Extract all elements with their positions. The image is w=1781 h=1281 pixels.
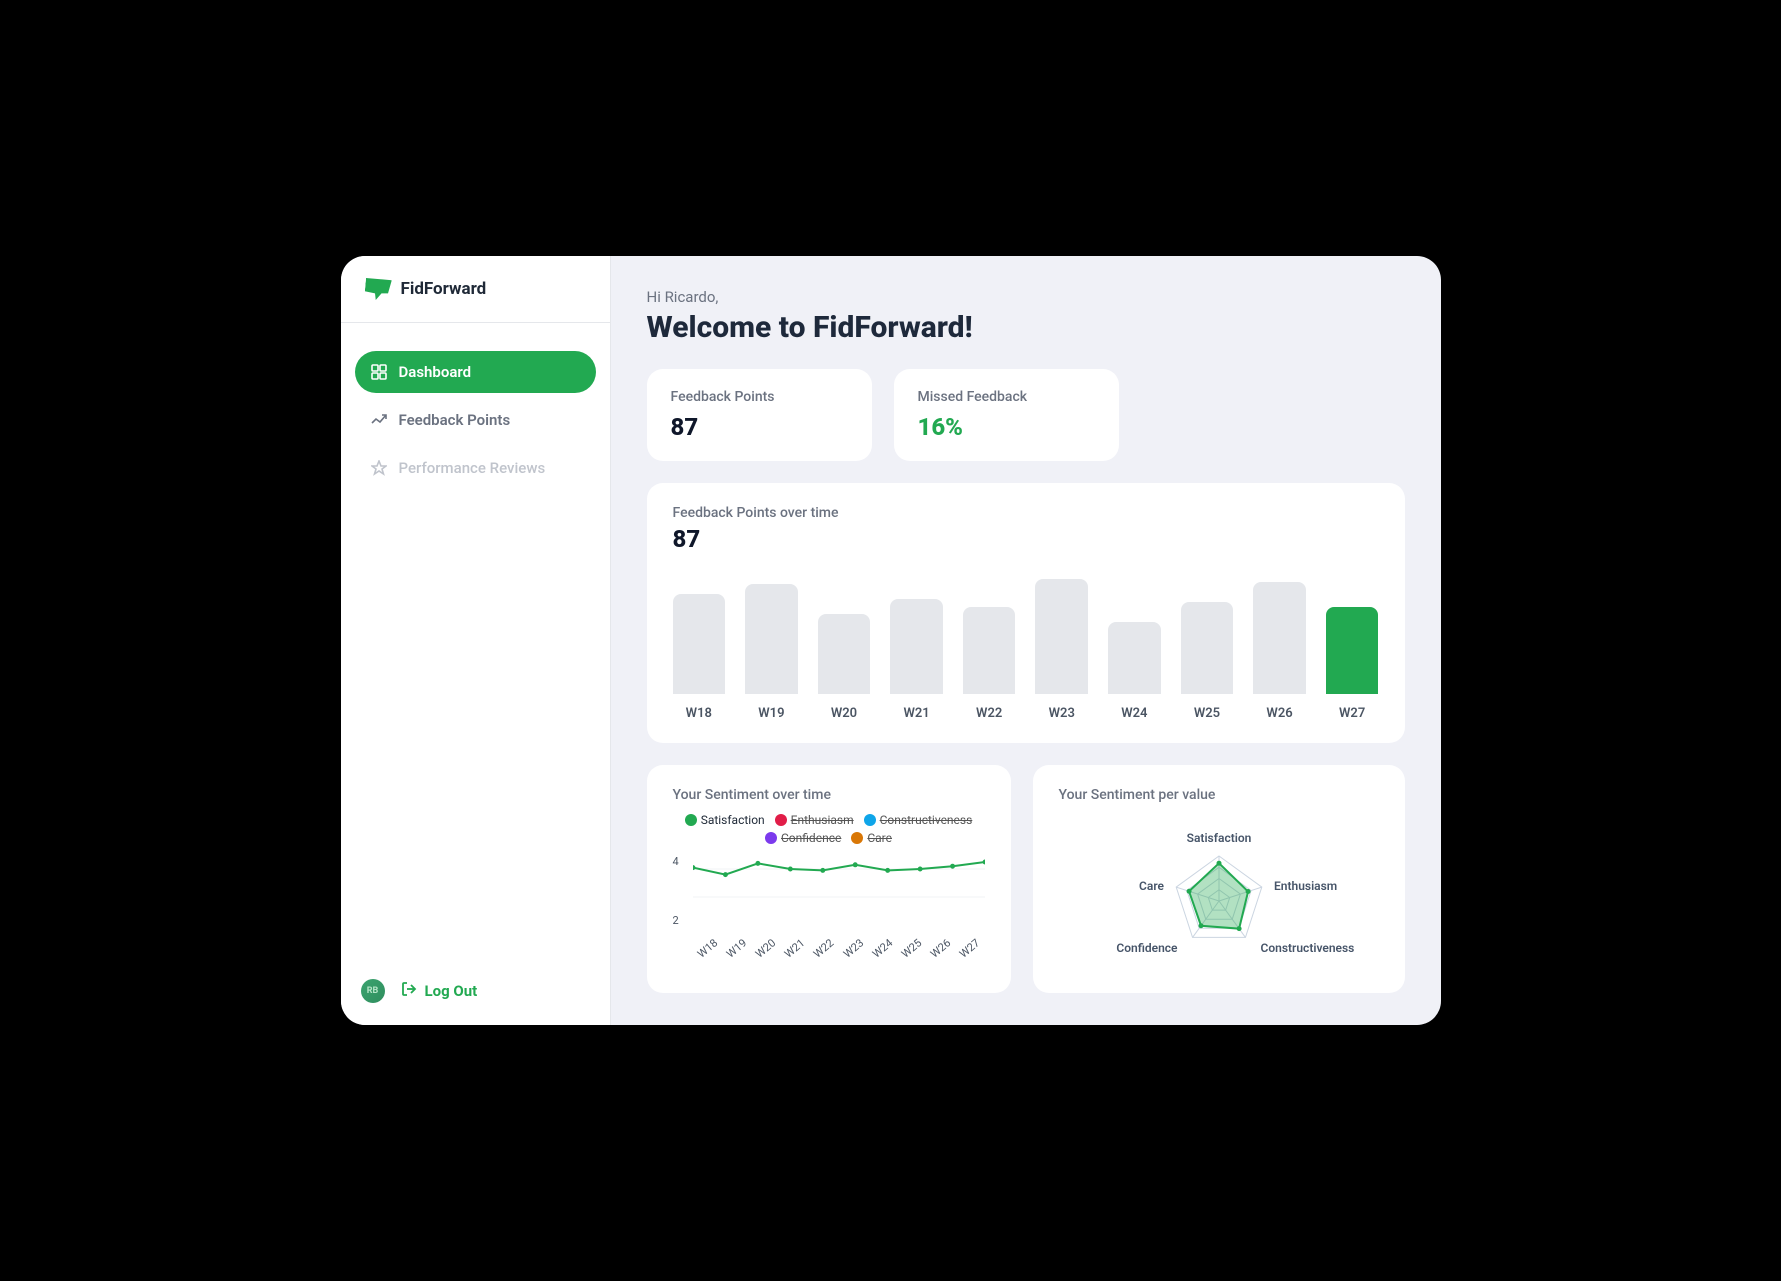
kpi-row: Feedback Points 87 Missed Feedback 16% — [647, 369, 1405, 461]
logo-icon — [364, 278, 392, 300]
sidebar-item-label: Dashboard — [399, 363, 472, 381]
bar-column: W22 — [963, 607, 1016, 721]
bar[interactable] — [818, 614, 871, 694]
sidebar-item-feedback-points[interactable]: Feedback Points — [355, 399, 596, 441]
bar[interactable] — [1326, 607, 1379, 694]
bar-column: W24 — [1108, 622, 1161, 721]
sidebar: FidForward Dashboard Feedback Poin — [341, 256, 611, 1025]
logout-icon — [401, 981, 417, 1001]
panel-title: Your Sentiment over time — [673, 787, 985, 803]
bar-label: W19 — [758, 706, 784, 721]
svg-text:Enthusiasm: Enthusiasm — [1274, 879, 1337, 893]
bar-label: W24 — [1121, 706, 1147, 721]
bar-column: W27 — [1326, 607, 1379, 721]
trend-up-icon — [371, 412, 387, 428]
svg-text:Care: Care — [1139, 879, 1164, 893]
panel-title: Feedback Points over time — [673, 505, 1379, 521]
kpi-value: 16% — [918, 413, 1095, 441]
bar[interactable] — [963, 607, 1016, 694]
svg-text:Confidence: Confidence — [1116, 941, 1178, 955]
dashboard-icon — [371, 364, 387, 380]
logout-label: Log Out — [425, 982, 478, 1000]
bar-column: W18 — [673, 594, 726, 721]
bar-label: W22 — [976, 706, 1002, 721]
bar-column: W25 — [1181, 602, 1234, 721]
bar-label: W26 — [1266, 706, 1292, 721]
bar-label: W18 — [686, 706, 712, 721]
legend-enthusiasm[interactable]: Enthusiasm — [775, 813, 854, 827]
bar[interactable] — [890, 599, 943, 694]
radar-chart: Satisfaction Enthusiasm Constructiveness Co… — [1059, 811, 1379, 971]
kpi-label: Feedback Points — [671, 389, 848, 405]
logo: FidForward — [341, 256, 610, 323]
legend-care[interactable]: Care — [851, 831, 892, 845]
logo-text: FidForward — [401, 279, 487, 299]
bar-label: W27 — [1339, 706, 1365, 721]
bar[interactable] — [1253, 582, 1306, 694]
panel-sentiment-over-time: Your Sentiment over time Satisfaction En… — [647, 765, 1011, 993]
sidebar-item-dashboard[interactable]: Dashboard — [355, 351, 596, 393]
svg-text:Constructiveness: Constructiveness — [1260, 941, 1354, 955]
svg-text:Satisfaction: Satisfaction — [1186, 831, 1251, 845]
bar-label: W25 — [1194, 706, 1220, 721]
legend-confidence[interactable]: Confidence — [765, 831, 841, 845]
panel-feedback-over-time: Feedback Points over time 87 W18 W19 W20 W2… — [647, 483, 1405, 743]
bottom-row: Your Sentiment over time Satisfaction En… — [647, 765, 1405, 993]
sidebar-footer: RB Log Out — [341, 957, 610, 1025]
panel-title: Your Sentiment per value — [1059, 787, 1379, 803]
bar-column: W19 — [745, 584, 798, 721]
bar-label: W20 — [831, 706, 857, 721]
panel-sentiment-per-value: Your Sentiment per value Satisfaction Ent… — [1033, 765, 1405, 993]
kpi-feedback-points: Feedback Points 87 — [647, 369, 872, 461]
avatar[interactable]: RB — [361, 979, 385, 1003]
sidebar-item-label: Performance Reviews — [399, 459, 546, 477]
bar-column: W21 — [890, 599, 943, 721]
logout-button[interactable]: Log Out — [401, 981, 478, 1001]
x-axis: W18W19W20W21W22W23W24W25W26W27 — [693, 942, 985, 955]
panel-big-value: 87 — [673, 525, 1379, 553]
sidebar-item-label: Feedback Points — [399, 411, 511, 429]
bar[interactable] — [1181, 602, 1234, 694]
legend-constructiveness[interactable]: Constructiveness — [864, 813, 973, 827]
bar-column: W26 — [1253, 582, 1306, 721]
bar[interactable] — [745, 584, 798, 694]
bar[interactable] — [1108, 622, 1161, 694]
line-chart: 4 2 W18W19W20W21W22W23W24W25W26W27 — [673, 855, 985, 955]
bar-label: W21 — [903, 706, 929, 721]
sidebar-nav: Dashboard Feedback Points Performance Re… — [341, 323, 610, 517]
kpi-missed-feedback: Missed Feedback 16% — [894, 369, 1119, 461]
star-icon — [371, 460, 387, 476]
bar-chart: W18 W19 W20 W21 W22 W23 W24 W25 W26 W27 — [673, 571, 1379, 721]
kpi-label: Missed Feedback — [918, 389, 1095, 405]
kpi-value: 87 — [671, 413, 848, 441]
sidebar-item-performance-reviews[interactable]: Performance Reviews — [355, 447, 596, 489]
page-title: Welcome to FidForward! — [647, 310, 1405, 345]
bar-column: W23 — [1035, 579, 1088, 721]
bar-label: W23 — [1049, 706, 1075, 721]
app-window: FidForward Dashboard Feedback Poin — [341, 256, 1441, 1025]
bar[interactable] — [1035, 579, 1088, 694]
bar[interactable] — [673, 594, 726, 694]
greeting: Hi Ricardo, — [647, 288, 1405, 306]
bar-column: W20 — [818, 614, 871, 721]
legend-satisfaction[interactable]: Satisfaction — [685, 813, 765, 827]
line-chart-legend: Satisfaction Enthusiasm Constructiveness… — [673, 813, 985, 845]
main-content: Hi Ricardo, Welcome to FidForward! Feedb… — [611, 256, 1441, 1025]
y-axis: 4 2 — [673, 855, 679, 927]
